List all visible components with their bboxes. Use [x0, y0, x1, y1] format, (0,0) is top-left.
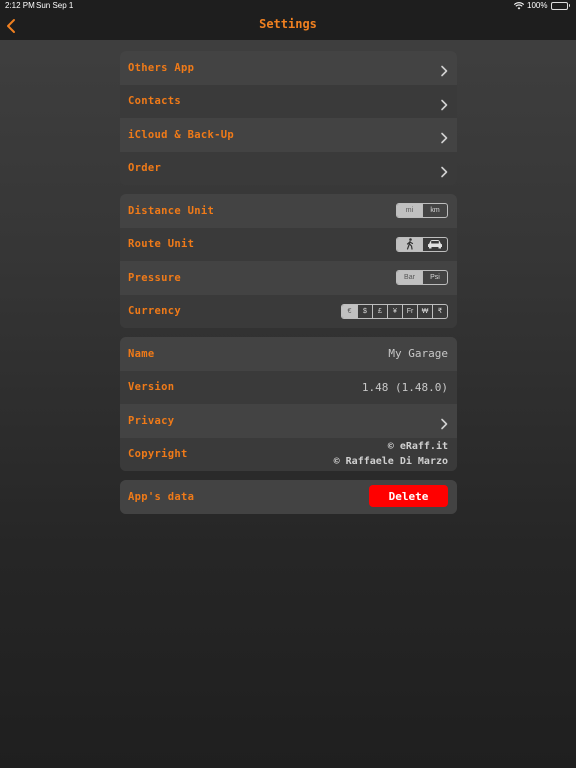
row-label: App's data: [128, 490, 195, 503]
route-unit-segmented: [396, 236, 448, 252]
version-value: 1.48 (1.48.0): [361, 380, 448, 394]
pressure-segmented: Bar Psi: [396, 270, 448, 286]
copyright-row: Copyright © eRaff.it © Raffaele Di Marzo: [120, 437, 457, 471]
battery-icon: [550, 1, 570, 10]
copyright-value: © eRaff.it © Raffaele Di Marzo: [334, 439, 448, 469]
segment-rupee[interactable]: ₹: [432, 304, 447, 318]
row-label: Privacy: [128, 414, 175, 427]
wifi-icon: [514, 1, 525, 10]
car-icon[interactable]: [422, 237, 447, 251]
row-label: Order: [128, 162, 162, 175]
row-label: Currency: [128, 305, 181, 318]
icloud-backup-row[interactable]: iCloud & Back-Up: [120, 118, 457, 152]
name-row[interactable]: Name My Garage: [120, 337, 457, 371]
row-label: Version: [128, 381, 175, 394]
segment-franc[interactable]: Fr: [402, 304, 417, 318]
info-group: Name My Garage Version 1.48 (1.48.0) Pri…: [120, 337, 457, 471]
row-label: Others App: [128, 61, 195, 74]
segment-mi[interactable]: mi: [397, 204, 422, 218]
row-label: Name: [128, 347, 155, 360]
status-bar: 2:12 PM Sun Sep 1 100%: [0, 0, 576, 12]
segment-pound[interactable]: £: [372, 304, 387, 318]
nav-bar: Settings: [0, 12, 576, 40]
route-unit-row: Route Unit: [120, 227, 457, 261]
distance-unit-segmented: mi km: [396, 203, 448, 219]
links-group: Others App Contacts iCloud & Back-Up Ord…: [120, 51, 457, 185]
segment-km[interactable]: km: [422, 204, 447, 218]
order-row[interactable]: Order: [120, 151, 457, 185]
currency-segmented: € $ £ ¥ Fr ₩ ₹: [341, 303, 448, 319]
chevron-right-icon: [440, 163, 448, 177]
distance-unit-row: Distance Unit mi km: [120, 194, 457, 228]
currency-row: Currency € $ £ ¥ Fr ₩ ₹: [120, 294, 457, 328]
data-group: App's data Delete: [120, 480, 457, 514]
copyright-line-1: © eRaff.it: [387, 441, 448, 453]
name-value: My Garage: [388, 347, 448, 361]
pressure-row: Pressure Bar Psi: [120, 261, 457, 295]
version-row: Version 1.48 (1.48.0): [120, 370, 457, 404]
chevron-right-icon: [440, 62, 448, 77]
segment-yen[interactable]: ¥: [387, 304, 402, 318]
chevron-right-icon: [440, 415, 448, 430]
row-label: Copyright: [128, 448, 188, 461]
units-group: Distance Unit mi km Route Unit Pressure …: [120, 194, 457, 328]
status-time: 2:12 PM: [5, 1, 35, 10]
privacy-row[interactable]: Privacy: [120, 404, 457, 438]
walking-icon[interactable]: [397, 237, 422, 251]
page-title: Settings: [259, 17, 317, 31]
status-right: 100%: [514, 1, 570, 10]
segment-won[interactable]: ₩: [417, 304, 432, 318]
others-app-row[interactable]: Others App: [120, 51, 457, 85]
battery-percent: 100%: [527, 1, 548, 10]
row-label: Contacts: [128, 95, 181, 108]
copyright-line-2: © Raffaele Di Marzo: [333, 456, 448, 468]
chevron-right-icon: [440, 129, 448, 144]
contacts-row[interactable]: Contacts: [120, 84, 457, 118]
segment-psi[interactable]: Psi: [422, 271, 447, 285]
row-label: Distance Unit: [128, 204, 215, 217]
row-label: Route Unit: [128, 238, 195, 251]
delete-button[interactable]: Delete: [369, 485, 448, 507]
status-date: Sun Sep 1: [36, 1, 74, 10]
row-label: iCloud & Back-Up: [128, 128, 234, 141]
segment-dollar[interactable]: $: [357, 304, 372, 318]
apps-data-row: App's data Delete: [120, 480, 457, 514]
segment-euro[interactable]: €: [342, 304, 357, 318]
segment-bar[interactable]: Bar: [397, 271, 422, 285]
chevron-right-icon: [440, 96, 448, 110]
row-label: Pressure: [128, 271, 181, 284]
